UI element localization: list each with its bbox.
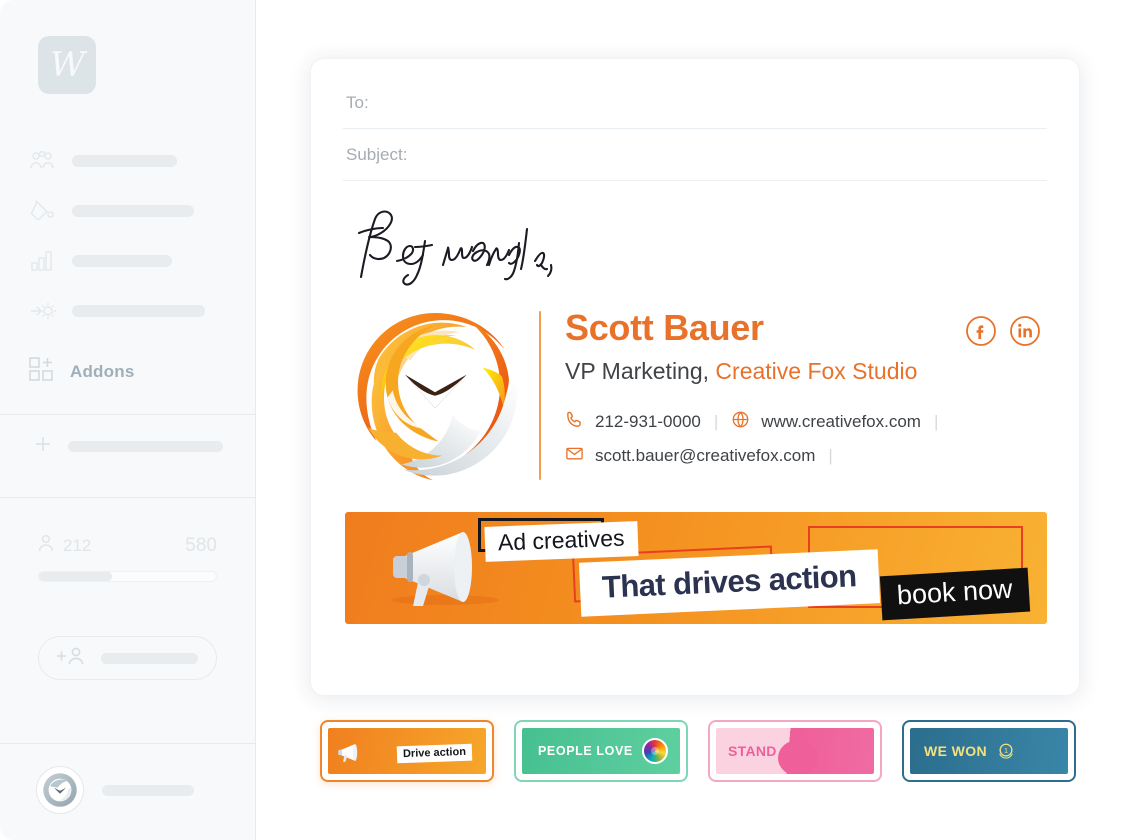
contact-phone[interactable]: 212-931-0000 bbox=[565, 410, 701, 434]
integrations-gear-icon bbox=[30, 299, 64, 323]
sidebar-add-row[interactable] bbox=[0, 415, 255, 477]
sidebar-item-label bbox=[72, 255, 172, 267]
social-links bbox=[965, 315, 1041, 352]
email-banner-ad[interactable]: Ad creatives That drives action book now bbox=[345, 512, 1047, 624]
thumbnail-label: WE WON bbox=[924, 743, 988, 759]
sidebar-item-label bbox=[72, 305, 205, 317]
sidebar-item-analytics[interactable] bbox=[0, 236, 255, 286]
fox-avatar-icon bbox=[43, 773, 77, 807]
to-label: To: bbox=[346, 92, 369, 112]
invite-user-button[interactable] bbox=[38, 636, 217, 680]
svg-text:1: 1 bbox=[1004, 746, 1008, 755]
thumbnail-preview: STAND OUT bbox=[716, 728, 874, 774]
seats-total: 580 bbox=[185, 534, 217, 556]
contact-separator: | bbox=[713, 411, 719, 431]
thumbnail-people-love[interactable]: PEOPLE LOVE bbox=[514, 720, 688, 782]
thumbnail-stand-out[interactable]: STAND OUT bbox=[708, 720, 882, 782]
banner-template-picker: Drive action PEOPLE LOVE STAND OUT WE W bbox=[320, 720, 1080, 782]
thumbnail-label: STAND bbox=[728, 743, 777, 759]
contact-line-1: 212-931-0000 | www.creativefox.com | bbox=[565, 405, 1047, 439]
app-logo[interactable]: W bbox=[0, 0, 255, 94]
thumbnail-label: Drive action bbox=[396, 743, 473, 764]
thumbnail-drive-action[interactable]: Drive action bbox=[320, 720, 494, 782]
seats-usage: 212 580 bbox=[0, 498, 255, 612]
seats-progress-bar bbox=[38, 571, 217, 582]
seats-progress-fill bbox=[39, 572, 112, 581]
linkedin-icon[interactable] bbox=[1009, 315, 1041, 352]
phone-value: 212-931-0000 bbox=[595, 411, 701, 431]
bar-chart-icon bbox=[30, 250, 64, 272]
logo-letter: W bbox=[50, 45, 85, 85]
team-icon bbox=[30, 151, 64, 171]
signature-details: Scott Bauer VP Marketing, Creative Fox S… bbox=[565, 303, 1047, 490]
contact-email[interactable]: scott.bauer@creativefox.com bbox=[565, 444, 815, 468]
color-wheel-icon bbox=[642, 738, 668, 764]
subject-field-row[interactable]: Subject: bbox=[343, 129, 1047, 181]
thumbnail-label: PEOPLE LOVE bbox=[538, 744, 633, 758]
thumbnail-preview: Drive action bbox=[328, 728, 486, 774]
email-signature: Scott Bauer VP Marketing, Creative Fox S… bbox=[343, 303, 1047, 490]
signature-contacts: 212-931-0000 | www.creativefox.com | sco… bbox=[565, 405, 1047, 473]
website-value: www.creativefox.com bbox=[761, 411, 921, 431]
banner-line1: Ad creatives bbox=[484, 521, 639, 562]
sidebar-nav: Addons bbox=[0, 94, 255, 394]
logo-tile: W bbox=[38, 36, 96, 94]
signature-role-line: VP Marketing, Creative Fox Studio bbox=[565, 358, 1047, 385]
paint-bucket-icon bbox=[30, 199, 64, 223]
signature-company: Creative Fox Studio bbox=[715, 357, 918, 384]
sidebar-add-label bbox=[68, 440, 223, 452]
invite-label bbox=[101, 652, 198, 664]
signoff-handwriting bbox=[343, 203, 1047, 295]
banner-cta[interactable]: book now bbox=[880, 567, 1031, 621]
account-label bbox=[102, 784, 194, 796]
medal-icon: 1 bbox=[999, 743, 1013, 759]
app-window: W Addons 212 580 To: Subject: Scott Baue… bbox=[0, 0, 1140, 840]
email-value: scott.bauer@creativefox.com bbox=[595, 445, 816, 465]
phone-icon bbox=[565, 410, 584, 434]
thumbnail-preview: WE WON 1 bbox=[910, 728, 1068, 774]
contact-website[interactable]: www.creativefox.com bbox=[731, 410, 921, 434]
signature-role: VP Marketing, bbox=[565, 357, 710, 384]
email-composer-card: To: Subject: Scott Bauer VP Marketing, C… bbox=[310, 58, 1080, 696]
seats-used: 212 bbox=[63, 535, 92, 555]
sidebar-item-label: Addons bbox=[70, 362, 135, 381]
sidebar-item-label bbox=[72, 155, 177, 167]
thumbnail-preview: PEOPLE LOVE bbox=[522, 728, 680, 774]
facebook-icon[interactable] bbox=[965, 315, 997, 352]
sidebar-item-integrations[interactable] bbox=[0, 286, 255, 336]
thumbnail-we-won[interactable]: WE WON 1 bbox=[902, 720, 1076, 782]
sidebar: W Addons 212 580 bbox=[0, 0, 256, 840]
plus-icon bbox=[34, 435, 64, 458]
subject-label: Subject: bbox=[346, 144, 408, 164]
sidebar-item-label bbox=[72, 205, 194, 217]
contact-separator-2: | bbox=[933, 411, 939, 431]
signature-divider bbox=[539, 311, 541, 480]
sidebar-item-addons[interactable]: Addons bbox=[0, 350, 255, 394]
globe-icon bbox=[731, 410, 750, 434]
contact-line-2: scott.bauer@creativefox.com | bbox=[565, 439, 1047, 473]
envelope-icon bbox=[565, 444, 584, 468]
stand-out-ellipse bbox=[778, 740, 818, 774]
creative-fox-logo bbox=[347, 303, 533, 490]
megaphone-icon bbox=[338, 744, 358, 762]
add-user-icon bbox=[55, 646, 89, 671]
addons-grid-plus-icon bbox=[28, 356, 64, 389]
sidebar-item-branding[interactable] bbox=[0, 186, 255, 236]
user-icon bbox=[38, 534, 54, 557]
sidebar-item-team[interactable] bbox=[0, 136, 255, 186]
to-field-row[interactable]: To: bbox=[343, 77, 1047, 129]
account-row[interactable] bbox=[0, 743, 255, 840]
main-content: To: Subject: Scott Bauer VP Marketing, C… bbox=[256, 0, 1140, 840]
avatar bbox=[36, 766, 84, 814]
contact-separator-3: | bbox=[828, 445, 833, 465]
